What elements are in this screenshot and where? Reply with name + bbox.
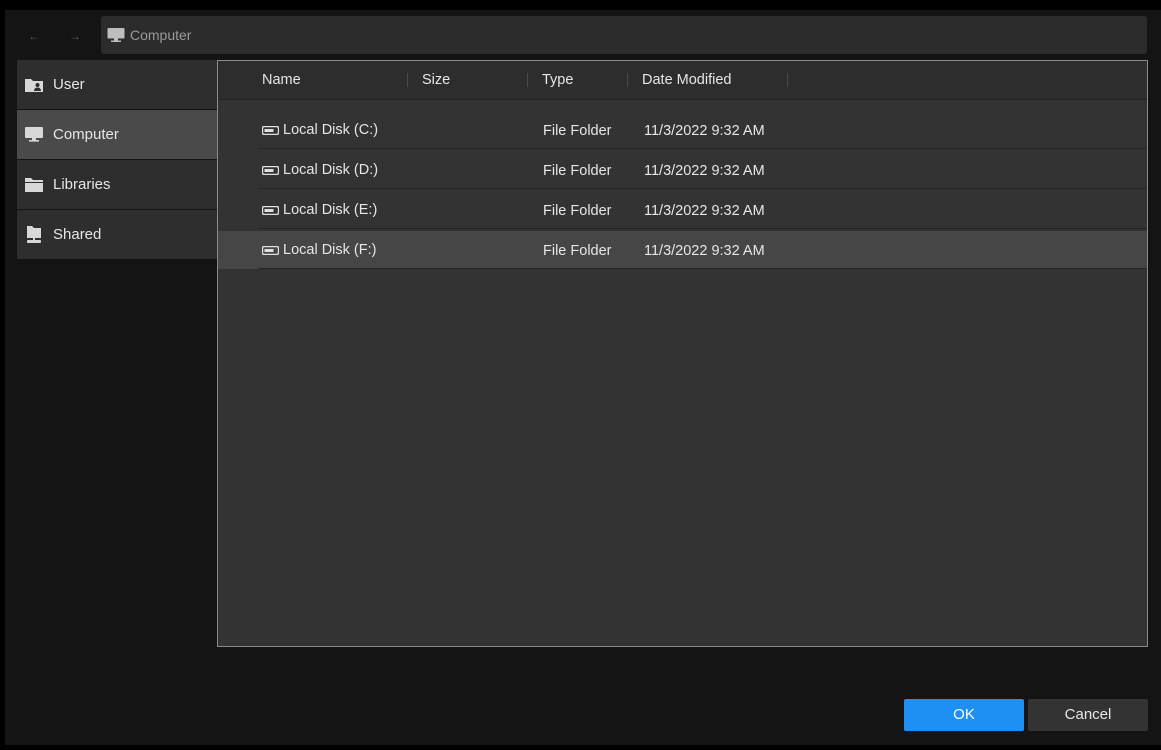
ok-button[interactable]: OK [904,699,1024,731]
arrow-left-icon[interactable]: ← [19,26,49,46]
cell-name: Local Disk (E:) [262,191,377,229]
row-divider [258,148,1147,149]
cell-date: 11/3/2022 9:32 AM [644,203,765,219]
drive-icon [262,165,279,175]
cell-type: File Folder [543,163,612,179]
column-separator[interactable] [787,73,788,87]
sidebar: User Computer Libraries Shared [17,60,217,260]
column-size[interactable]: Size [422,61,450,99]
column-date-modified[interactable]: Date Modified [642,61,731,99]
shared-folder-icon [15,225,53,244]
table-row[interactable]: Local Disk (F:) File Folder 11/3/2022 9:… [218,231,1147,269]
drive-icon [262,125,279,135]
table-row[interactable]: Local Disk (C:) File Folder 11/3/2022 9:… [218,111,1147,149]
computer-icon [107,27,125,43]
column-type[interactable]: Type [542,61,573,99]
sidebar-item-label: Computer [53,126,119,143]
drive-icon [262,245,279,255]
cell-date: 11/3/2022 9:32 AM [644,123,765,139]
sidebar-item-computer[interactable]: Computer [17,110,217,160]
cell-type: File Folder [543,203,612,219]
sidebar-item-shared[interactable]: Shared [17,210,217,260]
table-row[interactable]: Local Disk (E:) File Folder 11/3/2022 9:… [218,191,1147,229]
cell-name: Local Disk (F:) [262,231,376,269]
sidebar-item-label: Shared [53,226,102,243]
column-separator[interactable] [407,73,408,87]
column-header: Name Size Type Date Modified [218,61,1147,100]
folder-icon [15,176,53,193]
sidebar-item-libraries[interactable]: Libraries [17,160,217,210]
cell-type: File Folder [543,123,612,139]
cell-type: File Folder [543,243,612,259]
row-divider [258,228,1147,229]
column-separator[interactable] [627,73,628,87]
sidebar-item-label: User [53,76,85,93]
arrow-right-icon[interactable]: → [60,26,90,46]
row-divider [258,188,1147,189]
column-separator[interactable] [527,73,528,87]
cell-date: 11/3/2022 9:32 AM [644,243,765,259]
cell-date: 11/3/2022 9:32 AM [644,163,765,179]
row-divider [258,268,1147,269]
file-list: Name Size Type Date Modified Local Disk … [217,60,1148,647]
sidebar-item-label: Libraries [53,176,111,193]
computer-icon [15,126,53,143]
table-row[interactable]: Local Disk (D:) File Folder 11/3/2022 9:… [218,151,1147,189]
column-name[interactable]: Name [262,61,301,99]
user-folder-icon [15,76,53,93]
drive-icon [262,205,279,215]
sidebar-item-user[interactable]: User [17,60,217,110]
cell-name: Local Disk (C:) [262,111,378,149]
address-text: Computer [130,27,192,43]
cancel-button[interactable]: Cancel [1028,699,1148,731]
address-bar[interactable]: Computer [101,16,1147,54]
file-dialog: ← → Computer User Computer Libraries Sha… [5,10,1161,745]
cell-name: Local Disk (D:) [262,151,378,189]
